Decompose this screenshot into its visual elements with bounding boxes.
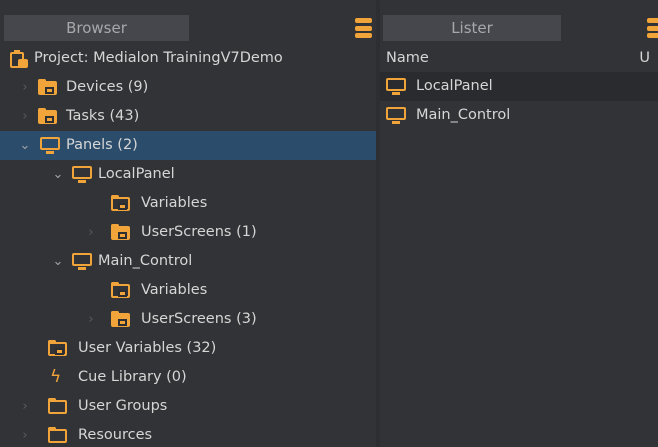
tree-item-label: Panels (2) bbox=[66, 137, 138, 153]
tree-item-label: Main_Control bbox=[98, 253, 193, 269]
clipboard-icon bbox=[9, 50, 29, 68]
tree-item-label: Resources bbox=[78, 427, 153, 443]
chevron-right-icon[interactable]: › bbox=[18, 73, 32, 102]
lister-column-header: Name U bbox=[380, 46, 658, 70]
lister-menu-icon[interactable] bbox=[647, 18, 658, 38]
folder-icon bbox=[111, 282, 131, 299]
tree-item-devices[interactable]: › Devices (9) bbox=[0, 73, 376, 102]
folder-icon bbox=[38, 79, 58, 96]
monitor-icon bbox=[40, 137, 60, 154]
column-u-header[interactable]: U bbox=[639, 46, 650, 70]
tree-item-resources[interactable]: › Resources bbox=[0, 421, 376, 447]
tree-item-userscreens[interactable]: › UserScreens (1) bbox=[0, 218, 376, 247]
monitor-icon bbox=[72, 166, 92, 183]
list-item[interactable]: LocalPanel bbox=[380, 72, 658, 101]
tree-item-cue-library[interactable]: ϟ Cue Library (0) bbox=[0, 363, 376, 392]
tree-item-variables[interactable]: Variables bbox=[0, 276, 376, 305]
tree-item-panels[interactable]: ⌄ Panels (2) bbox=[0, 131, 376, 160]
tree-item-user-variables[interactable]: User Variables (32) bbox=[0, 334, 376, 363]
lister-tab[interactable]: Lister bbox=[383, 15, 561, 41]
tree-item-variables[interactable]: Variables bbox=[0, 189, 376, 218]
chevron-right-icon[interactable]: › bbox=[18, 421, 32, 447]
chevron-right-icon[interactable]: › bbox=[18, 102, 32, 131]
monitor-icon bbox=[72, 253, 92, 270]
chevron-down-icon[interactable]: ⌄ bbox=[51, 160, 65, 189]
tree-item-tasks[interactable]: › Tasks (43) bbox=[0, 102, 376, 131]
list-item[interactable]: Main_Control bbox=[380, 101, 658, 130]
monitor-icon bbox=[386, 78, 406, 95]
lister-header: Lister bbox=[380, 15, 658, 41]
tree-item-label: User Variables (32) bbox=[78, 340, 217, 356]
tree-item-main-control[interactable]: ⌄ Main_Control bbox=[0, 247, 376, 276]
tree-item-label: Project: Medialon TrainingV7Demo bbox=[34, 50, 283, 66]
tree-item-label: Devices (9) bbox=[66, 79, 149, 95]
list-item-label: Main_Control bbox=[416, 107, 511, 123]
tree-item-localpanel[interactable]: ⌄ LocalPanel bbox=[0, 160, 376, 189]
browser-panel: Browser Project: Medialon TrainingV7Demo… bbox=[0, 0, 376, 447]
tree-item-project[interactable]: Project: Medialon TrainingV7Demo bbox=[0, 44, 376, 73]
folder-icon bbox=[48, 340, 68, 357]
browser-tab[interactable]: Browser bbox=[4, 15, 189, 41]
tree-item-label: Variables bbox=[141, 195, 208, 211]
list-item-label: LocalPanel bbox=[416, 78, 493, 94]
monitor-icon bbox=[386, 107, 406, 124]
folder-icon bbox=[111, 224, 131, 241]
bolt-icon: ϟ bbox=[50, 367, 62, 387]
chevron-down-icon[interactable]: ⌄ bbox=[51, 247, 65, 276]
chevron-right-icon[interactable]: › bbox=[84, 218, 98, 247]
folder-icon bbox=[111, 195, 131, 212]
tree-item-label: LocalPanel bbox=[98, 166, 175, 182]
lister-panel: Lister Name U LocalPanel Main_Control bbox=[380, 0, 658, 447]
tree-item-user-groups[interactable]: › User Groups bbox=[0, 392, 376, 421]
folder-icon bbox=[48, 427, 68, 444]
chevron-right-icon[interactable]: › bbox=[18, 392, 32, 421]
tree-item-label: Variables bbox=[141, 282, 208, 298]
browser-menu-icon[interactable] bbox=[355, 18, 372, 38]
tree-item-label: UserScreens (3) bbox=[141, 311, 257, 327]
browser-header: Browser bbox=[0, 15, 376, 41]
folder-icon bbox=[111, 311, 131, 328]
tree-item-label: User Groups bbox=[78, 398, 168, 414]
tree-item-label: Cue Library (0) bbox=[78, 369, 187, 385]
folder-icon bbox=[38, 108, 58, 125]
chevron-right-icon[interactable]: › bbox=[84, 305, 98, 334]
tree-item-userscreens[interactable]: › UserScreens (3) bbox=[0, 305, 376, 334]
tree-item-label: Tasks (43) bbox=[66, 108, 140, 124]
chevron-down-icon[interactable]: ⌄ bbox=[18, 131, 32, 160]
column-name-header[interactable]: Name bbox=[386, 46, 429, 70]
tree-item-label: UserScreens (1) bbox=[141, 224, 257, 240]
folder-icon bbox=[48, 398, 68, 415]
